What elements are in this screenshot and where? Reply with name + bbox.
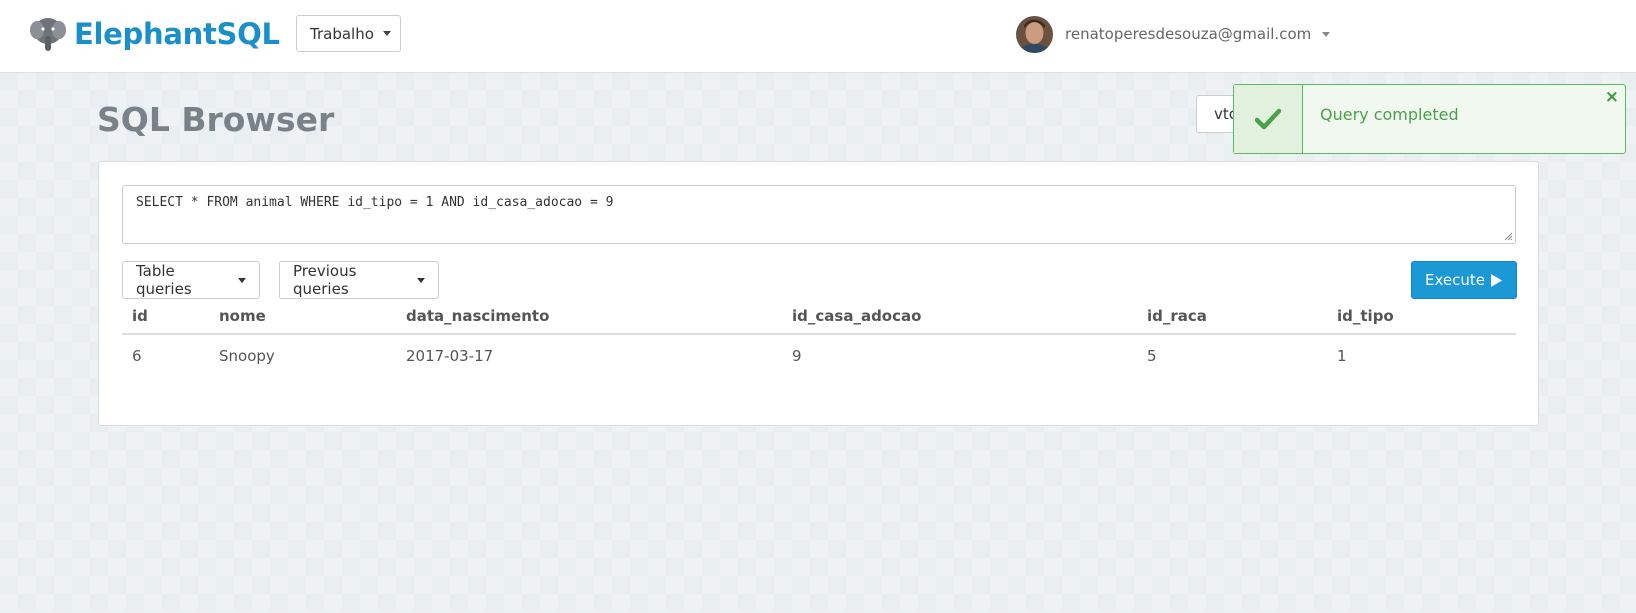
chevron-down-icon xyxy=(382,31,391,36)
column-header: data_nascimento xyxy=(396,299,782,335)
query-input[interactable]: SELECT * FROM animal WHERE id_tipo = 1 A… xyxy=(122,185,1516,244)
table-row: 6 Snoopy 2017-03-17 9 5 1 xyxy=(122,334,1516,376)
close-icon[interactable]: × xyxy=(1605,87,1619,107)
toast-notification: Query completed × xyxy=(1233,84,1626,154)
execute-button[interactable]: Execute xyxy=(1411,261,1517,299)
play-icon xyxy=(1491,273,1502,287)
table-cell: 5 xyxy=(1147,346,1157,365)
results-table: id nome data_nascimento id_casa_adocao i… xyxy=(122,299,1516,376)
column-header: id xyxy=(122,299,209,335)
previous-queries-button[interactable]: Previous queries xyxy=(279,261,439,299)
column-header: id_tipo xyxy=(1327,299,1516,335)
column-header: id_raca xyxy=(1137,299,1327,335)
table-header-row: id nome data_nascimento id_casa_adocao i… xyxy=(122,299,1516,335)
chevron-down-icon xyxy=(238,277,246,283)
toast-icon-box xyxy=(1234,85,1303,153)
table-queries-label: Table queries xyxy=(136,262,192,298)
brand-name: ElephantSQL xyxy=(74,17,280,51)
sql-panel: SELECT * FROM animal WHERE id_tipo = 1 A… xyxy=(98,161,1539,426)
brand-link[interactable]: ElephantSQL xyxy=(28,14,280,54)
table-cell: Snoopy xyxy=(219,346,275,365)
table-cell: 6 xyxy=(132,346,142,365)
team-dropdown[interactable]: Trabalho xyxy=(296,15,401,52)
checkmark-icon xyxy=(1255,108,1281,130)
chevron-down-icon xyxy=(417,277,425,283)
elephant-logo-icon xyxy=(30,18,66,51)
team-dropdown-label: Trabalho xyxy=(310,24,374,43)
table-cell: 9 xyxy=(792,346,802,365)
table-cell: 2017-03-17 xyxy=(406,346,494,365)
column-header: id_casa_adocao xyxy=(782,299,1137,335)
previous-queries-label: Previous queries xyxy=(293,262,357,298)
top-navbar: ElephantSQL Trabalho renatoperesdesouza@… xyxy=(0,0,1636,73)
avatar xyxy=(1016,15,1053,53)
toast-message: Query completed xyxy=(1320,105,1459,124)
execute-label: Execute xyxy=(1425,271,1485,289)
resize-grip-icon[interactable] xyxy=(1503,231,1513,241)
page-title: SQL Browser xyxy=(97,100,335,139)
user-menu[interactable]: renatoperesdesouza@gmail.com xyxy=(1016,15,1331,53)
user-email: renatoperesdesouza@gmail.com xyxy=(1065,25,1312,43)
query-text: SELECT * FROM animal WHERE id_tipo = 1 A… xyxy=(136,195,614,210)
table-queries-button[interactable]: Table queries xyxy=(122,261,260,299)
chevron-down-icon xyxy=(1322,31,1331,37)
column-header: nome xyxy=(209,299,396,335)
table-cell: 1 xyxy=(1337,346,1347,365)
